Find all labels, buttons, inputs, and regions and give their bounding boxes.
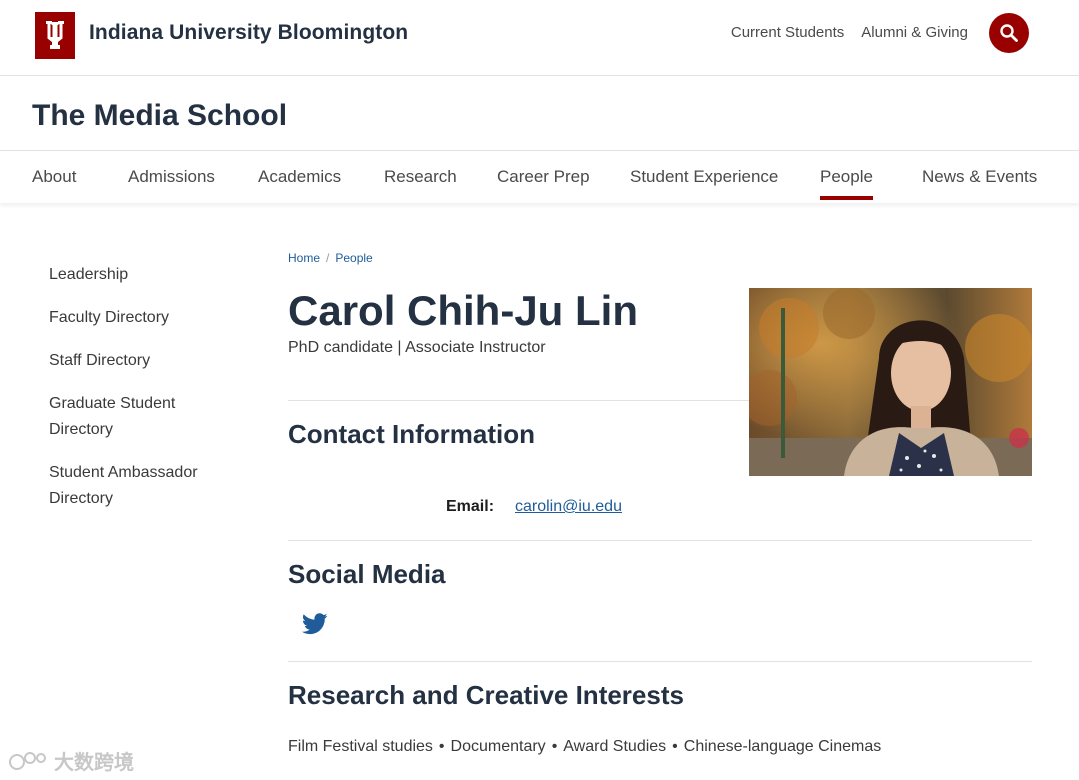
watermark-text: 大数跨境 [54, 752, 134, 774]
breadcrumb-people[interactable]: People [335, 251, 372, 265]
interests-list: Film Festival studies • Documentary • Awar… [288, 738, 881, 756]
social-media-heading: Social Media [288, 559, 446, 589]
portrait-image [749, 288, 1032, 476]
site-title[interactable]: The Media School [32, 99, 287, 133]
iu-trident-logo[interactable] [35, 12, 75, 59]
sidebar-item-graduate-student-directory[interactable]: Graduate Student Directory [49, 391, 199, 443]
twitter-link[interactable] [301, 613, 328, 635]
main-navigation: About Admissions Academics Research Care… [0, 150, 1079, 203]
utility-links: Current Students Alumni & Giving [731, 24, 968, 41]
interest-item: Film Festival studies [288, 738, 433, 755]
bullet-separator: • [672, 738, 678, 755]
nav-item-student-experience[interactable]: Student Experience [630, 167, 778, 187]
trident-icon [46, 21, 64, 49]
interest-item: Award Studies [563, 738, 667, 755]
breadcrumb: Home / People [288, 251, 373, 265]
breadcrumb-home[interactable]: Home [288, 251, 320, 265]
nav-item-about[interactable]: About [32, 167, 76, 187]
nav-item-people[interactable]: People [820, 167, 873, 200]
email-label: Email: [446, 498, 495, 515]
profile-name: Carol Chih-Ju Lin [288, 287, 638, 334]
section-divider [288, 540, 1032, 541]
bullet-separator: • [438, 738, 445, 755]
nav-item-news-events[interactable]: News & Events [922, 167, 1037, 187]
sidebar-item-leadership[interactable]: Leadership [49, 262, 239, 288]
current-students-link[interactable]: Current Students [731, 24, 844, 41]
interest-item: Documentary [450, 738, 546, 755]
twitter-icon [301, 613, 328, 635]
interest-item: Chinese-language Cinemas [683, 738, 882, 755]
section-divider [288, 661, 1032, 662]
profile-title: PhD candidate | Associate Instructor [288, 339, 546, 356]
nav-item-academics[interactable]: Academics [258, 167, 341, 187]
nav-item-research[interactable]: Research [384, 167, 457, 187]
watermark: 大数跨境 [8, 746, 134, 775]
sidebar-item-student-ambassador-directory[interactable]: Student Ambassador Directory [49, 460, 219, 512]
nav-item-career-prep[interactable]: Career Prep [497, 167, 590, 187]
profile-photo [749, 288, 1032, 476]
nav-item-admissions[interactable]: Admissions [128, 167, 215, 187]
breadcrumb-separator: / [326, 251, 330, 265]
sidebar-item-staff-directory[interactable]: Staff Directory [49, 348, 239, 374]
search-button[interactable] [989, 13, 1029, 53]
alumni-giving-link[interactable]: Alumni & Giving [861, 24, 968, 41]
bullet-separator: • [551, 738, 558, 755]
sidebar-item-faculty-directory[interactable]: Faculty Directory [49, 305, 239, 331]
university-name[interactable]: Indiana University Bloomington [89, 21, 408, 45]
contact-heading: Contact Information [288, 419, 535, 449]
watermark-logo-icon [9, 751, 46, 770]
email-link[interactable]: carolin@iu.edu [515, 498, 622, 516]
section-sidebar: Leadership Faculty Directory Staff Direc… [49, 262, 239, 529]
interests-heading: Research and Creative Interests [288, 680, 684, 710]
search-icon [1000, 24, 1018, 42]
section-divider [288, 400, 749, 401]
top-branding-bar: Indiana University Bloomington Current S… [0, 0, 1079, 76]
